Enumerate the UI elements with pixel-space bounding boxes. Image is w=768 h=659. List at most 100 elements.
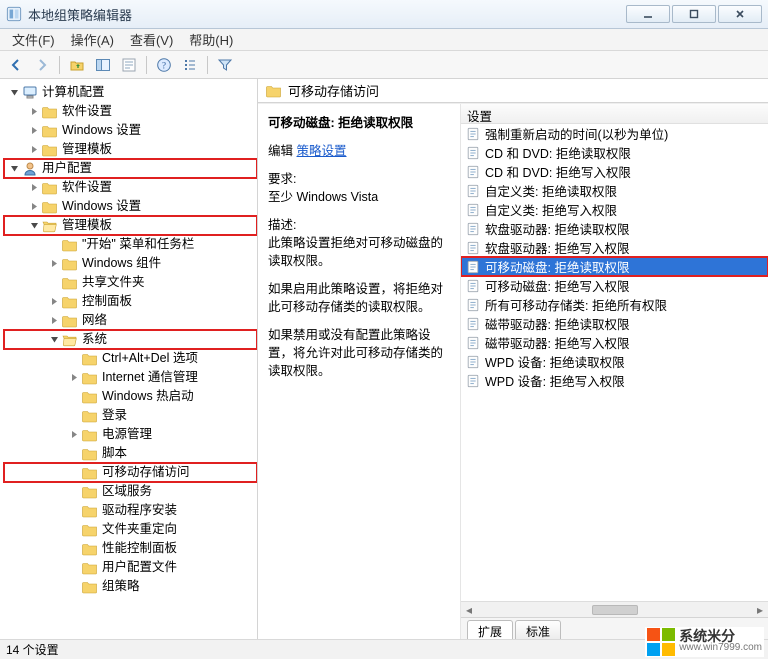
list-column-header[interactable]: 设置 <box>461 104 768 124</box>
expand-icon[interactable] <box>28 144 40 156</box>
list-item[interactable]: 所有可移动存储类: 拒绝所有权限 <box>461 295 768 314</box>
tree-regional-services[interactable]: 区域服务 <box>4 482 257 501</box>
horizontal-scrollbar[interactable]: ◂ ▸ <box>461 601 768 617</box>
list-item[interactable]: 自定义类: 拒绝写入权限 <box>461 200 768 219</box>
tree-start-taskbar[interactable]: "开始" 菜单和任务栏 <box>4 235 257 254</box>
filter-button[interactable] <box>213 54 237 76</box>
folder-icon <box>62 256 78 272</box>
list-item[interactable]: WPD 设备: 拒绝读取权限 <box>461 352 768 371</box>
toolbar-sep <box>207 56 208 74</box>
toolbar <box>0 51 768 79</box>
policy-detail-column: 可移动磁盘: 拒绝读取权限 编辑 策略设置 要求: 至少 Windows Vis… <box>258 104 460 639</box>
tree-uc-admtemplates[interactable]: 管理模板 <box>4 216 257 235</box>
tree-cc-windows[interactable]: Windows 设置 <box>4 121 257 140</box>
expand-icon[interactable] <box>28 220 40 232</box>
list-item[interactable]: 可移动磁盘: 拒绝写入权限 <box>461 276 768 295</box>
help-button[interactable] <box>152 54 176 76</box>
list-item[interactable]: CD 和 DVD: 拒绝写入权限 <box>461 162 768 181</box>
tree-label: 驱动程序安装 <box>102 501 177 520</box>
tree-label: 文件夹重定向 <box>102 520 177 539</box>
expand-icon[interactable] <box>68 372 80 384</box>
tree-user-profiles[interactable]: 用户配置文件 <box>4 558 257 577</box>
expand-icon[interactable] <box>68 429 80 441</box>
policy-icon <box>465 373 481 389</box>
tree-power-mgmt[interactable]: 电源管理 <box>4 425 257 444</box>
expand-icon[interactable] <box>48 258 60 270</box>
scroll-left-icon[interactable]: ◂ <box>461 602 477 617</box>
menu-file[interactable]: 文件(F) <box>4 28 63 51</box>
tree-network[interactable]: 网络 <box>4 311 257 330</box>
show-tree-button[interactable] <box>91 54 115 76</box>
expand-icon[interactable] <box>48 296 60 308</box>
tree-label: 组策略 <box>102 577 140 596</box>
nav-tree[interactable]: 计算机配置 软件设置 Windows 设置 管理模板 用户配置 <box>0 79 257 639</box>
list-item[interactable]: 可移动磁盘: 拒绝读取权限 <box>461 257 768 276</box>
expand-icon[interactable] <box>48 315 60 327</box>
list-item[interactable]: 磁带驱动器: 拒绝写入权限 <box>461 333 768 352</box>
expand-icon[interactable] <box>28 106 40 118</box>
tree-driver-install[interactable]: 驱动程序安装 <box>4 501 257 520</box>
expand-icon[interactable] <box>28 201 40 213</box>
expand-icon[interactable] <box>8 87 20 99</box>
list-item[interactable]: CD 和 DVD: 拒绝读取权限 <box>461 143 768 162</box>
tree-windows-hotstart[interactable]: Windows 热启动 <box>4 387 257 406</box>
tree-uc-software[interactable]: 软件设置 <box>4 178 257 197</box>
up-one-level-button[interactable] <box>65 54 89 76</box>
user-icon <box>22 161 38 177</box>
tree-label: "开始" 菜单和任务栏 <box>82 235 194 254</box>
policy-icon <box>465 183 481 199</box>
menu-view[interactable]: 查看(V) <box>122 28 181 51</box>
policy-list[interactable]: 强制重新启动的时间(以秒为单位)CD 和 DVD: 拒绝读取权限CD 和 DVD… <box>461 124 768 601</box>
tree-perf-controlpanel[interactable]: 性能控制面板 <box>4 539 257 558</box>
back-button[interactable] <box>4 54 28 76</box>
policy-icon <box>465 335 481 351</box>
expand-icon[interactable] <box>8 163 20 175</box>
tree-internet-comm[interactable]: Internet 通信管理 <box>4 368 257 387</box>
expand-icon[interactable] <box>48 334 60 346</box>
tree-folder-redirection[interactable]: 文件夹重定向 <box>4 520 257 539</box>
selected-policy-title: 可移动磁盘: 拒绝读取权限 <box>268 114 450 132</box>
tree-cc-admtemplates[interactable]: 管理模板 <box>4 140 257 159</box>
list-item[interactable]: 磁带驱动器: 拒绝读取权限 <box>461 314 768 333</box>
expand-icon[interactable] <box>28 125 40 137</box>
tree-label: 性能控制面板 <box>102 539 177 558</box>
tree-scripts[interactable]: 脚本 <box>4 444 257 463</box>
list-view-button[interactable] <box>178 54 202 76</box>
tree-group-policy[interactable]: 组策略 <box>4 577 257 596</box>
policy-icon <box>465 259 481 275</box>
properties-button[interactable] <box>117 54 141 76</box>
edit-policy-link[interactable]: 策略设置 <box>297 144 347 158</box>
tab-extended[interactable]: 扩展 <box>467 620 513 639</box>
tree-shared-folders[interactable]: 共享文件夹 <box>4 273 257 292</box>
minimize-button[interactable] <box>626 5 670 23</box>
list-item[interactable]: WPD 设备: 拒绝写入权限 <box>461 371 768 390</box>
list-item[interactable]: 强制重新启动的时间(以秒为单位) <box>461 124 768 143</box>
tree-uc-windows[interactable]: Windows 设置 <box>4 197 257 216</box>
list-item[interactable]: 软盘驱动器: 拒绝读取权限 <box>461 219 768 238</box>
list-item-label: 强制重新启动的时间(以秒为单位) <box>485 124 668 143</box>
menu-action[interactable]: 操作(A) <box>63 28 122 51</box>
tree-control-panel[interactable]: 控制面板 <box>4 292 257 311</box>
tab-standard[interactable]: 标准 <box>515 620 561 639</box>
tree-removable-storage[interactable]: 可移动存储访问 <box>4 463 257 482</box>
tree-cc-software[interactable]: 软件设置 <box>4 102 257 121</box>
menu-help[interactable]: 帮助(H) <box>181 28 241 51</box>
tree-win-components[interactable]: Windows 组件 <box>4 254 257 273</box>
tree-ctrl-alt-del[interactable]: Ctrl+Alt+Del 选项 <box>4 349 257 368</box>
tree-user-config[interactable]: 用户配置 <box>4 159 257 178</box>
close-button[interactable] <box>718 5 762 23</box>
tree-label: Windows 设置 <box>62 197 141 216</box>
list-item[interactable]: 自定义类: 拒绝读取权限 <box>461 181 768 200</box>
tree-logon[interactable]: 登录 <box>4 406 257 425</box>
tree-computer-config[interactable]: 计算机配置 <box>4 83 257 102</box>
scroll-right-icon[interactable]: ▸ <box>752 602 768 617</box>
folder-icon <box>82 408 98 424</box>
list-item[interactable]: 软盘驱动器: 拒绝写入权限 <box>461 238 768 257</box>
watermark-line2: www.win7999.com <box>679 642 762 654</box>
forward-button[interactable] <box>30 54 54 76</box>
scroll-thumb[interactable] <box>592 605 638 615</box>
expand-icon[interactable] <box>28 182 40 194</box>
tree-system[interactable]: 系统 <box>4 330 257 349</box>
folder-icon <box>82 522 98 538</box>
maximize-button[interactable] <box>672 5 716 23</box>
